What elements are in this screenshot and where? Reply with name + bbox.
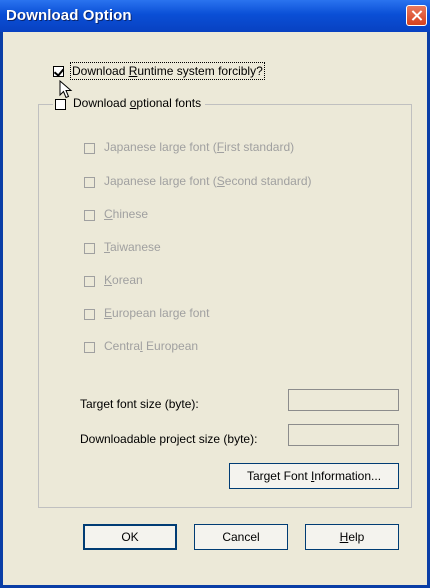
font-option-label: Korean <box>104 273 143 287</box>
title-bar[interactable]: Download Option <box>0 0 430 32</box>
cancel-button[interactable]: Cancel <box>194 524 288 550</box>
close-icon[interactable] <box>406 5 427 26</box>
font-option-checkbox[interactable] <box>84 276 95 287</box>
font-option-checkbox[interactable] <box>84 309 95 320</box>
project-size-field <box>288 424 399 446</box>
runtime-checkbox-label[interactable]: Download Runtime system forcibly? <box>70 62 265 80</box>
font-option-label: Central European <box>104 339 199 353</box>
target-font-size-label: Target font size (byte): <box>80 397 199 411</box>
optional-fonts-label[interactable]: Download optional fonts <box>55 96 201 110</box>
optional-fonts-group <box>38 104 412 508</box>
font-option-checkbox[interactable] <box>84 243 95 254</box>
font-option-checkbox[interactable] <box>84 143 95 154</box>
font-option-checkbox[interactable] <box>84 177 95 188</box>
font-option-label: Japanese large font (Second standard) <box>104 174 312 188</box>
font-option-label: European large font <box>104 306 210 320</box>
download-option-dialog: Download Option Download Runtime system … <box>0 0 430 588</box>
runtime-checkbox[interactable] <box>53 66 64 77</box>
target-font-size-field <box>288 389 399 411</box>
font-option-checkbox[interactable] <box>84 210 95 221</box>
help-button[interactable]: Help <box>305 524 399 550</box>
optional-fonts-checkbox[interactable] <box>55 99 66 110</box>
font-option-checkbox[interactable] <box>84 342 95 353</box>
font-option-label: Taiwanese <box>104 240 161 254</box>
font-option-label: Japanese large font (First standard) <box>104 140 295 154</box>
mouse-cursor-icon <box>59 80 73 99</box>
project-size-label: Downloadable project size (byte): <box>80 432 258 446</box>
font-option-label: Chinese <box>104 207 149 221</box>
optional-fonts-header: Download optional fonts <box>53 96 206 110</box>
ok-button[interactable]: OK <box>83 524 177 550</box>
target-font-information-button[interactable]: Target Font Information... <box>229 463 399 489</box>
window-title: Download Option <box>6 7 132 24</box>
